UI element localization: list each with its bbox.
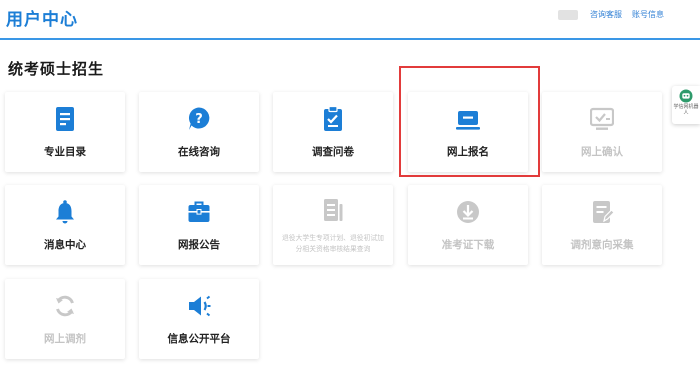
briefcase-icon: [188, 201, 210, 222]
section-title: 统考硕士招生: [8, 60, 105, 78]
tile-label: 消息中心: [44, 239, 86, 251]
tile-veteran-qualification[interactable]: 退役大学生专项计划、退役初试加分相关资格审核结果查询: [273, 185, 393, 265]
tile-label: 退役大学生专项计划、退役初试加分相关资格审核结果查询: [282, 234, 384, 253]
document-list-icon: [324, 199, 343, 221]
tile-label: 网上调剂: [44, 333, 86, 345]
megaphone-icon: [189, 295, 211, 317]
tile-info-disclosure[interactable]: 信息公开平台: [139, 279, 259, 359]
bell-icon: [56, 200, 74, 224]
tile-label: 网报公告: [178, 239, 220, 251]
page-title: 用户中心: [6, 10, 78, 30]
consult-link[interactable]: 咨询客服: [590, 9, 622, 20]
download-icon: [457, 201, 479, 223]
tile-label: 准考证下载: [441, 239, 495, 251]
tile-label: 调剂意向采集: [570, 239, 634, 251]
tile-major-catalog[interactable]: 专业目录: [5, 92, 125, 172]
tile-adjustment-intention[interactable]: 调剂意向采集: [542, 185, 662, 265]
tile-label: 信息公开平台: [167, 333, 231, 345]
tile-label: 网上确认: [581, 146, 623, 158]
tile-registration-notice[interactable]: 网报公告: [139, 185, 259, 265]
tile-admission-ticket-download[interactable]: 准考证下载: [408, 185, 528, 265]
svg-text:?: ?: [195, 112, 203, 127]
book-icon: [56, 107, 74, 131]
laptop-icon: [456, 111, 480, 130]
tile-label: 调查问卷: [312, 146, 354, 158]
refresh-icon: [56, 295, 74, 317]
tile-survey[interactable]: 调查问卷: [273, 92, 393, 172]
tile-online-registration[interactable]: 网上报名: [408, 92, 528, 172]
account-info-link[interactable]: 账号信息: [632, 9, 664, 20]
form-edit-icon: [593, 201, 614, 223]
tile-online-confirmation[interactable]: 网上确认: [542, 92, 662, 172]
tile-online-adjustment[interactable]: 网上调剂: [5, 279, 125, 359]
tile-label: 在线咨询: [178, 146, 220, 158]
tile-label: 专业目录: [44, 146, 86, 158]
tile-message-center[interactable]: 消息中心: [5, 185, 125, 265]
user-name-masked: [558, 10, 578, 20]
robot-icon: [679, 89, 693, 103]
top-header: 用户中心 咨询客服 账号信息: [0, 0, 700, 40]
tile-online-consult[interactable]: ? 在线咨询: [139, 92, 259, 172]
screen-check-icon: [590, 107, 614, 130]
robot-widget-label: 学信网机器人: [673, 104, 699, 116]
question-chat-icon: ?: [188, 107, 210, 130]
tile-label: 网上报名: [447, 146, 489, 158]
clipboard-icon: [324, 106, 342, 131]
xuexin-robot-widget[interactable]: 学信网机器人: [672, 86, 700, 124]
